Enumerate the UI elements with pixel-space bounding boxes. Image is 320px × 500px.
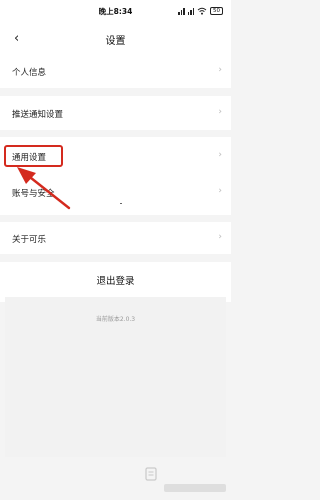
navigation-bar: ‹ 设置	[0, 22, 231, 56]
settings-item-account-security[interactable]: 账号与安全 ›	[0, 178, 231, 215]
signal-icon	[178, 7, 185, 15]
settings-item-general[interactable]: 通用设置 ›	[0, 137, 231, 178]
chevron-right-icon: ›	[218, 232, 222, 242]
settings-item-about[interactable]: 关于可乐 ›	[0, 222, 231, 254]
chevron-right-icon: ›	[218, 186, 222, 196]
logout-button[interactable]: 退出登录	[0, 262, 231, 302]
settings-item-label: 账号与安全	[12, 189, 55, 199]
settings-item-label: 通用设置	[12, 153, 47, 163]
chevron-right-icon: ›	[218, 150, 222, 160]
settings-item-personal-info[interactable]: 个人信息 ›	[0, 56, 231, 88]
chevron-right-icon: ›	[218, 65, 222, 75]
battery-icon: 50	[210, 7, 223, 15]
signal-icon	[187, 7, 194, 15]
settings-item-label: 关于可乐	[12, 235, 47, 245]
chevron-right-icon: ›	[218, 107, 222, 117]
version-panel: 当前版本2.0.3	[5, 297, 226, 457]
version-label: 当前版本2.0.3	[95, 316, 136, 323]
status-icons: 50	[178, 6, 223, 16]
page-title: 设置	[105, 36, 126, 47]
wifi-icon	[197, 7, 207, 15]
watermark-logo-icon	[145, 467, 226, 492]
status-bar: 晚上8:34 50	[0, 0, 231, 22]
stray-dot	[120, 203, 122, 204]
settings-item-push-notifications[interactable]: 推送通知设置 ›	[0, 96, 231, 130]
settings-item-label: 个人信息	[12, 68, 47, 78]
settings-item-label: 推送通知设置	[12, 110, 64, 120]
